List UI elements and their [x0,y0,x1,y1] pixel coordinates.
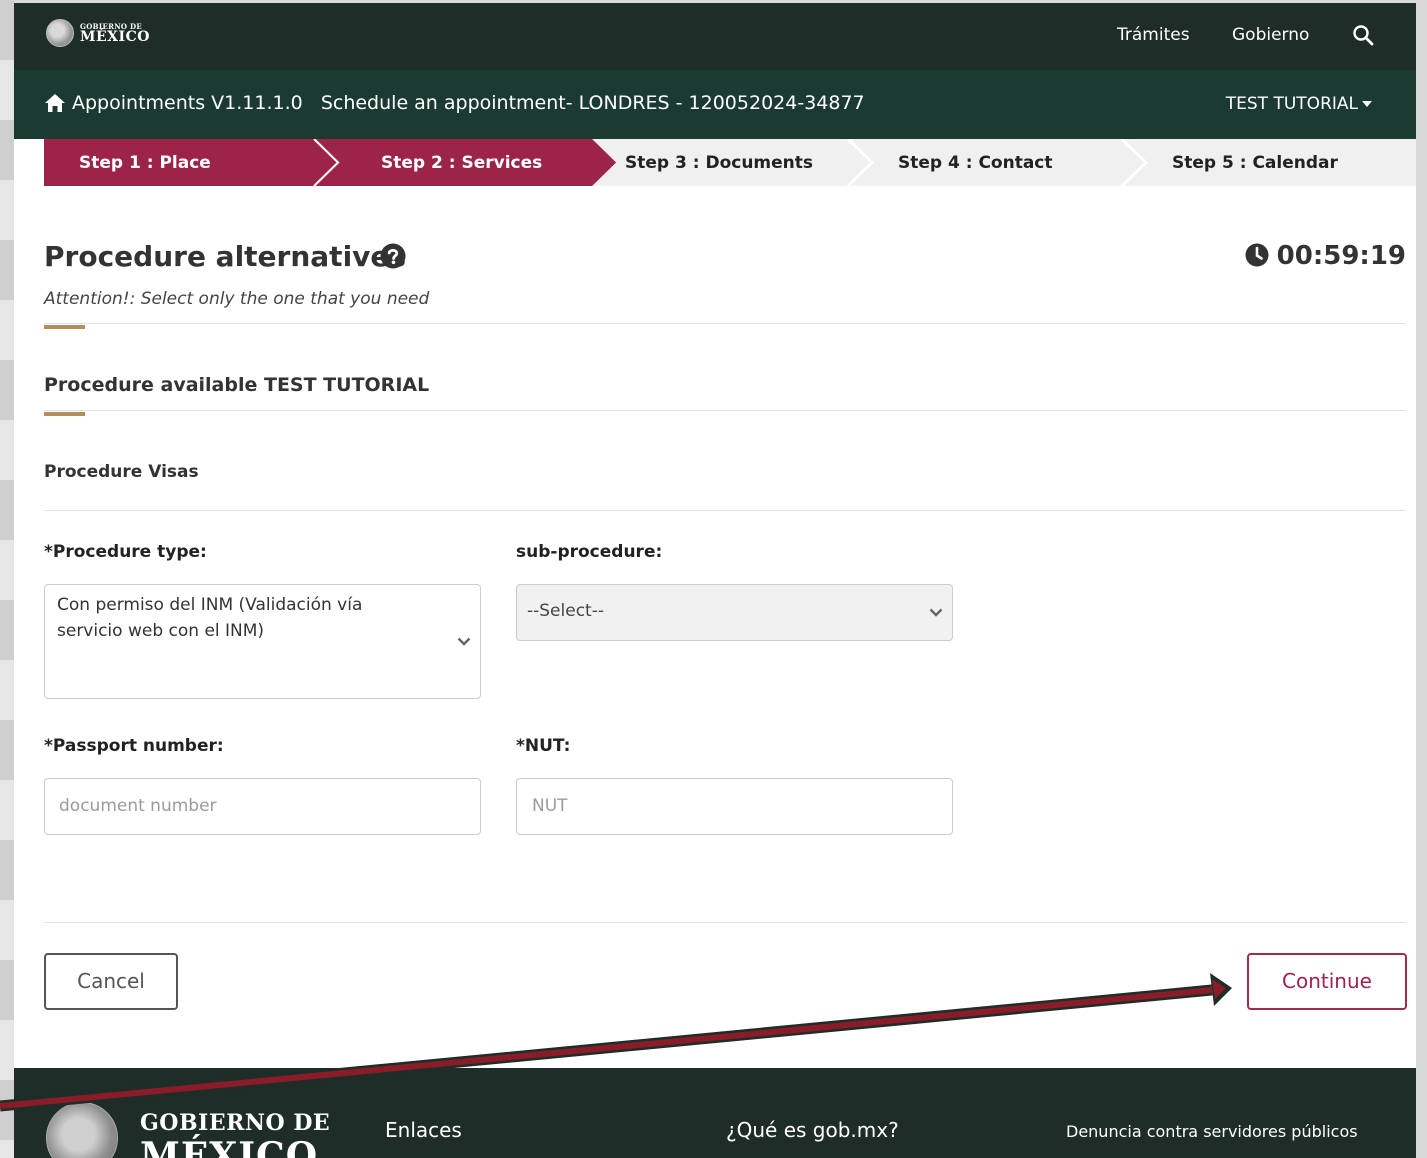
passport-placeholder: document number [59,796,217,816]
question-circle-icon[interactable] [380,243,406,269]
chevron-down-icon [457,637,471,646]
procedure-type-value: Con permiso del INM (Validación vía serv… [57,595,363,641]
subprocedure-label: sub-procedure: [516,542,663,562]
clock-icon [1245,243,1269,267]
step-4-contact: Step 4 : Contact [898,153,1053,173]
section-title: Procedure available TEST TUTORIAL [44,374,430,396]
user-name: TEST TUTORIAL [1225,94,1358,114]
logo-text: GOBIERNO DE MÉXICO [80,23,150,44]
attention-note: Attention!: Select only the one that you… [44,289,430,309]
step-2-services[interactable]: Step 2 : Services [381,153,542,173]
coat-of-arms-icon [46,19,74,47]
divider [44,510,1406,511]
procedure-type-select[interactable]: Con permiso del INM (Validación vía serv… [44,584,481,699]
coat-of-arms-icon [46,1102,118,1158]
footer-logo-line2: MÉXICO [140,1135,319,1158]
home-icon[interactable] [44,93,66,113]
app-title[interactable]: Appointments V1.11.1.0 Schedule an appoi… [72,92,865,114]
nut-placeholder: NUT [532,796,568,816]
procedure-type-label: *Procedure type: [44,542,207,562]
footer-link-enlaces[interactable]: Enlaces [385,1118,462,1142]
gob-mx-logo[interactable]: GOBIERNO DE MÉXICO [46,19,150,47]
subprocedure-value: --Select-- [527,601,604,621]
footer-link-denuncia[interactable]: Denuncia contra servidores públicos [1066,1122,1358,1141]
step-1-place[interactable]: Step 1 : Place [79,153,211,173]
step-3-documents: Step 3 : Documents [625,153,814,173]
nut-input[interactable]: NUT [516,778,953,835]
step-wizard: Step 1 : Place Step 2 : Services Step 3 … [44,139,1416,186]
subsection-title: Procedure Visas [44,462,199,482]
page-title: Procedure alternatives [44,240,407,273]
continue-button[interactable]: Continue [1247,953,1407,1010]
accent-bar [44,325,85,329]
footer: GOBIERNO DE MÉXICO Enlaces ¿Qué es gob.m… [14,1068,1416,1158]
footer-link-que-es-gobmx[interactable]: ¿Qué es gob.mx? [726,1118,899,1142]
cancel-button[interactable]: Cancel [44,953,178,1010]
app-header: Appointments V1.11.1.0 Schedule an appoi… [14,70,1416,139]
divider [44,922,1406,923]
nut-label: *NUT: [516,736,571,756]
chevron-down-icon [929,608,943,617]
nav-link-tramites[interactable]: Trámites [1117,25,1190,45]
passport-number-label: *Passport number: [44,736,224,756]
divider [44,323,1406,324]
subprocedure-select[interactable]: --Select-- [516,584,953,641]
top-navbar: GOBIERNO DE MÉXICO Trámites Gobierno [14,3,1416,70]
search-icon[interactable] [1352,24,1374,46]
footer-logo-line1: GOBIERNO DE [140,1110,331,1136]
accent-bar [44,412,85,416]
footer-logo[interactable]: GOBIERNO DE MÉXICO [140,1112,330,1158]
session-timer: 00:59:19 [1245,241,1406,271]
nav-link-gobierno[interactable]: Gobierno [1232,25,1309,45]
user-menu[interactable]: TEST TUTORIAL [1226,94,1372,114]
caret-down-icon [1362,101,1372,107]
passport-number-input[interactable]: document number [44,778,481,835]
step-5-calendar: Step 5 : Calendar [1172,153,1338,173]
timer-value: 00:59:19 [1276,241,1406,271]
logo-big-text: MÉXICO [80,28,150,45]
divider [44,410,1406,411]
background-decoration [0,0,14,1158]
page: GOBIERNO DE MÉXICO Trámites Gobierno App… [14,3,1416,1158]
